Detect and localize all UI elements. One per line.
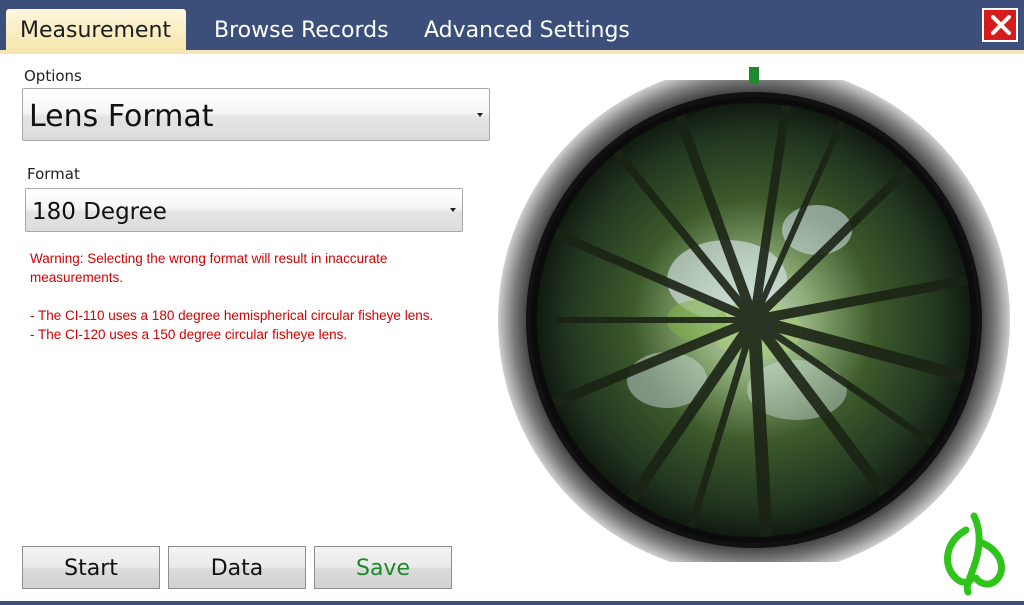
options-dropdown[interactable]: Lens Format	[22, 88, 490, 141]
options-selected-value: Lens Format	[29, 99, 214, 134]
tab-underline	[0, 50, 1024, 54]
fisheye-lens-image	[498, 80, 1010, 562]
save-button[interactable]: Save	[314, 546, 452, 589]
close-x-icon	[991, 15, 1011, 35]
start-button[interactable]: Start	[22, 546, 160, 589]
data-button[interactable]: Data	[168, 546, 306, 589]
tab-browse-records[interactable]: Browse Records	[200, 9, 403, 50]
north-marker-icon	[749, 67, 759, 84]
options-label: Options	[24, 67, 82, 85]
format-label: Format	[27, 165, 80, 183]
leaf-logo-icon	[944, 512, 1005, 596]
lens-note-ci110: - The CI-110 uses a 180 degree hemispher…	[30, 308, 434, 323]
warning-text: Warning: Selecting the wrong format will…	[30, 251, 388, 266]
warning-text-cont: measurements.	[30, 270, 124, 285]
format-selected-value: 180 Degree	[32, 199, 167, 225]
close-button[interactable]	[982, 8, 1018, 42]
tab-advanced-settings[interactable]: Advanced Settings	[410, 9, 644, 50]
bottom-bar	[0, 601, 1024, 605]
chevron-down-icon	[450, 208, 456, 212]
chevron-down-icon	[477, 112, 483, 117]
lens-note-ci120: - The CI-120 uses a 150 degree circular …	[30, 327, 348, 342]
format-dropdown[interactable]: 180 Degree	[25, 188, 463, 232]
tab-measurement[interactable]: Measurement	[6, 9, 186, 50]
